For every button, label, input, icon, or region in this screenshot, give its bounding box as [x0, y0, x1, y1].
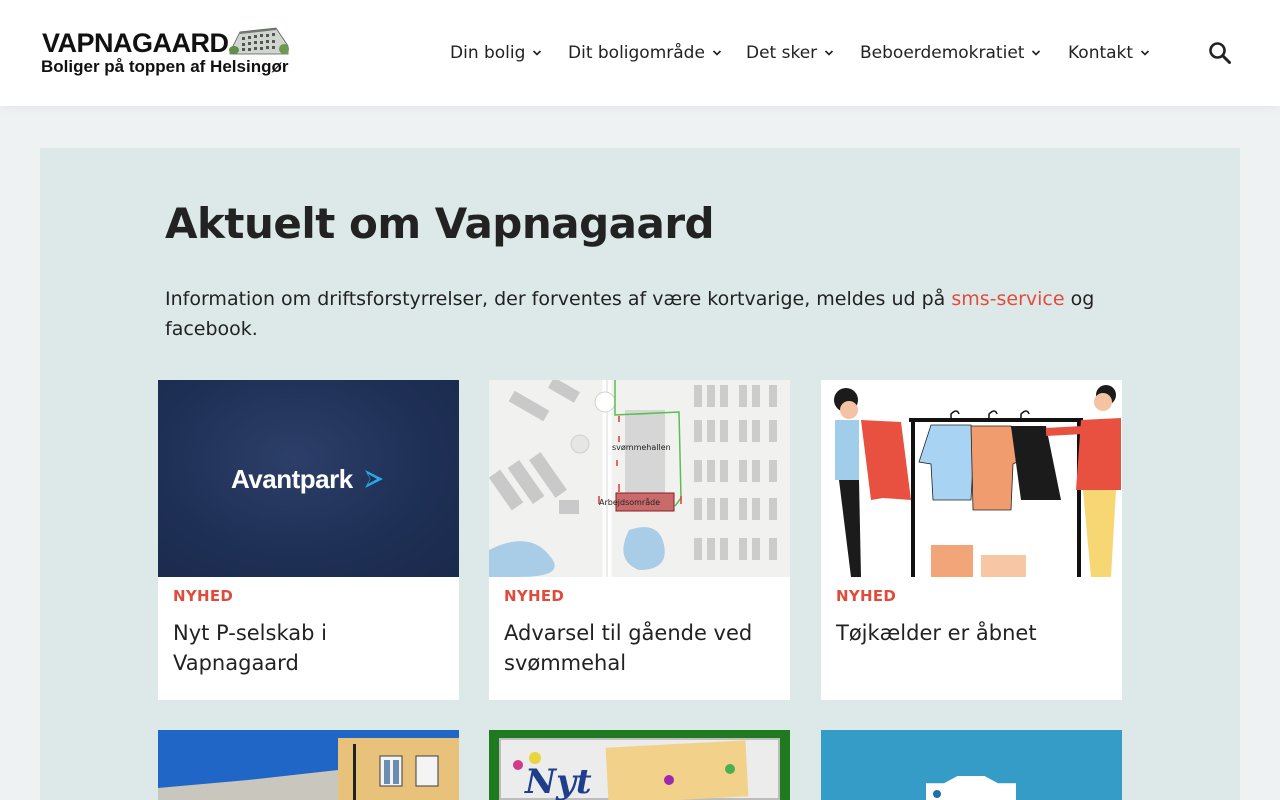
site-logo[interactable]: VAPNAGAARD Boliger på toppen af Helsingø… — [40, 24, 290, 80]
chevron-down-icon — [712, 50, 722, 56]
magnet-dot — [725, 764, 735, 774]
nav-det-sker[interactable]: Det sker — [746, 38, 834, 68]
nav-label: Det sker — [746, 43, 818, 63]
nav-label: Dit boligområde — [568, 43, 705, 63]
magnet-dot — [529, 752, 541, 764]
nav-label: Beboerdemokratiet — [860, 43, 1025, 63]
card-image-building — [158, 730, 459, 800]
card-category: NYHED — [836, 587, 897, 605]
sms-service-link[interactable]: sms-service — [951, 288, 1064, 310]
logo-tagline: Boliger på toppen af Helsingør — [41, 57, 289, 76]
nav-din-bolig[interactable]: Din bolig — [450, 38, 542, 68]
avantpark-logo-text: Avantpark — [231, 464, 353, 494]
card-image: Avantpark — [158, 380, 459, 577]
news-card[interactable] — [821, 730, 1122, 800]
nav-kontakt[interactable]: Kontakt — [1068, 38, 1150, 68]
card-image-blue — [821, 730, 1122, 800]
card-title: Nyt P-selskab i Vapnagaard — [173, 621, 327, 675]
chevron-down-icon — [533, 50, 542, 56]
magnet-dot — [513, 760, 523, 770]
clothes-rack-illustration — [821, 380, 1122, 577]
news-card[interactable] — [158, 730, 459, 800]
magnet-dot — [664, 775, 674, 785]
page-title: Aktuelt om Vapnagaard — [165, 199, 715, 248]
card-category: NYHED — [504, 587, 565, 605]
whiteboard-text: Nyt — [525, 762, 592, 800]
card-image-clothes — [821, 380, 1122, 577]
nav-label: Din bolig — [450, 43, 526, 63]
card-image-map: svømmehallen Arbejdsområde — [489, 380, 790, 577]
nav-beboerdemokratiet[interactable]: Beboerdemokratiet — [860, 38, 1041, 68]
play-arrow-icon — [365, 470, 383, 488]
news-panel: Aktuelt om Vapnagaard Information om dri… — [40, 148, 1240, 800]
nav-label: Kontakt — [1068, 43, 1134, 63]
building-logo-icon — [229, 27, 289, 55]
card-category: NYHED — [173, 587, 234, 605]
card-image-whiteboard: Nyt — [489, 730, 790, 800]
map-illustration: svømmehallen Arbejdsområde — [489, 380, 790, 577]
intro-text: Information om driftsforstyrrelser, der … — [165, 284, 1125, 344]
map-label-arbejdsomraade: Arbejdsområde — [599, 497, 660, 507]
news-card[interactable]: Nyt — [489, 730, 790, 800]
chevron-down-icon — [1141, 50, 1150, 56]
nav-dit-boligomraade[interactable]: Dit boligområde — [568, 38, 722, 68]
news-card[interactable]: svømmehallen Arbejdsområde NYHED Advarse… — [489, 380, 790, 700]
chevron-down-icon — [1032, 50, 1041, 56]
news-card[interactable]: Avantpark NYHED Nyt P-selskab i Vapnagaa… — [158, 380, 459, 700]
chevron-down-icon — [825, 50, 834, 56]
news-card[interactable]: NYHED Tøjkælder er åbnet — [821, 380, 1122, 700]
search-icon[interactable] — [1207, 40, 1233, 66]
building-photo — [158, 730, 459, 800]
card-title: Advarsel til gående ved svømmehal — [504, 621, 753, 675]
logo-name: VAPNAGAARD — [42, 28, 229, 58]
house-logo-mark — [933, 790, 941, 798]
intro-text-start: Information om driftsforstyrrelser, der … — [165, 288, 952, 310]
map-label-svommehallen: svømmehallen — [612, 443, 671, 452]
site-header: VAPNAGAARD Boliger på toppen af Helsingø… — [0, 0, 1280, 106]
card-title: Tøjkælder er åbnet — [836, 621, 1037, 645]
